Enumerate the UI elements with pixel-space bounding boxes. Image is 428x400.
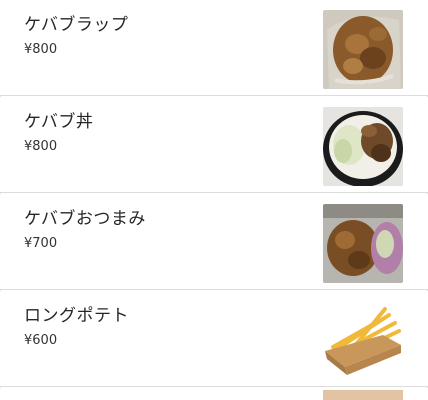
menu-item-price: ¥800 bbox=[24, 42, 58, 57]
menu-item-price: ¥700 bbox=[24, 236, 58, 251]
menu-item-kebab-bowl[interactable]: ケバブ丼 ¥800 bbox=[0, 97, 428, 193]
menu-item-long-fries[interactable]: ロングポテト ¥600 bbox=[0, 291, 428, 387]
kebab-snack-image bbox=[323, 204, 403, 283]
menu-item-kebab-wrap[interactable]: ケバブラップ ¥800 bbox=[0, 0, 428, 96]
menu-item-name: ケバブおつまみ bbox=[24, 209, 146, 229]
menu-item-price: ¥600 bbox=[24, 333, 58, 348]
menu-list: ケバブラップ ¥800 ケバブ丼 ¥800 ケバブおつまみ ¥700 ロングポテ… bbox=[0, 0, 428, 400]
menu-item-next-partial[interactable] bbox=[0, 388, 428, 400]
long-fries-image bbox=[323, 301, 403, 380]
menu-item-name: ロングポテト bbox=[24, 306, 129, 326]
kebab-wrap-image bbox=[323, 10, 403, 89]
next-item-image bbox=[323, 390, 403, 400]
menu-item-price: ¥800 bbox=[24, 139, 58, 154]
kebab-bowl-image bbox=[323, 107, 403, 186]
menu-item-name: ケバブ丼 bbox=[24, 112, 94, 132]
menu-item-kebab-snack[interactable]: ケバブおつまみ ¥700 bbox=[0, 194, 428, 290]
menu-item-name: ケバブラップ bbox=[24, 15, 129, 35]
